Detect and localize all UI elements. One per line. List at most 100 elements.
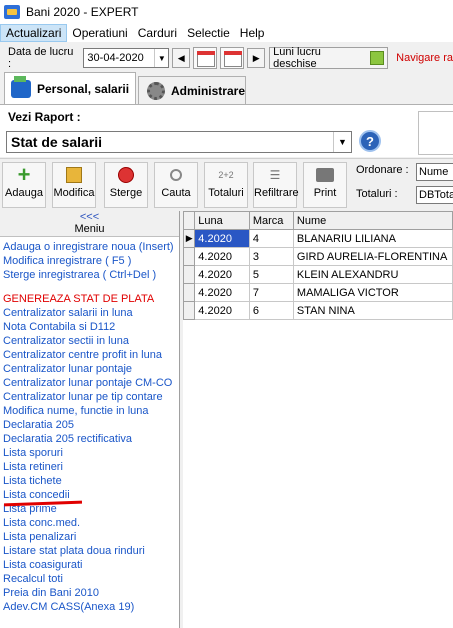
row-indicator bbox=[182, 301, 196, 320]
menu-link-modifica[interactable]: Modifica inregistrare ( F5 ) bbox=[0, 254, 179, 268]
menu-link[interactable]: Preia din Bani 2010 bbox=[0, 586, 179, 600]
menu-link[interactable]: Centralizator sectii in luna bbox=[0, 334, 179, 348]
menu-link[interactable]: Adev.CM CASS(Anexa 19) bbox=[0, 600, 179, 614]
sterge-button[interactable]: Sterge bbox=[104, 162, 148, 208]
menu-link[interactable]: Modifica nume, functie in luna bbox=[0, 404, 179, 418]
menu-link[interactable]: Recalcul toti bbox=[0, 572, 179, 586]
navigare-link[interactable]: Navigare ra bbox=[396, 52, 453, 64]
cauta-button[interactable]: Cauta bbox=[154, 162, 198, 208]
delete-icon bbox=[118, 167, 134, 183]
cell-luna[interactable]: 4.2020 bbox=[194, 229, 250, 248]
menu-link[interactable]: Centralizator lunar pontaje bbox=[0, 362, 179, 376]
menu-link-adauga[interactable]: Adauga o inregistrare noua (Insert) bbox=[0, 240, 179, 254]
gear-icon bbox=[147, 81, 165, 100]
date-select[interactable]: 30-04-2020 ▼ bbox=[83, 48, 170, 68]
calendar-edit-icon[interactable] bbox=[220, 47, 245, 69]
cell-nume[interactable]: BLANARIU LILIANA bbox=[292, 229, 453, 248]
refiltrare-button[interactable]: ☰ Refiltrare bbox=[253, 162, 299, 208]
plus-icon: + bbox=[17, 162, 31, 187]
tab-personal-salarii[interactable]: Personal, salarii bbox=[4, 72, 136, 104]
cell-nume[interactable]: STAN NINA bbox=[292, 301, 453, 320]
menu-link[interactable]: Lista retineri bbox=[0, 460, 179, 474]
luni-lucru-button[interactable]: Luni lucru deschise bbox=[269, 46, 389, 70]
search-icon bbox=[170, 169, 182, 181]
next-month-button[interactable]: ▶ bbox=[247, 48, 266, 68]
date-bar: Data de lucru : 30-04-2020 ▼ ◀ ▶ Luni lu… bbox=[0, 44, 453, 72]
cell-marca[interactable]: 7 bbox=[248, 283, 294, 302]
cell-marca[interactable]: 5 bbox=[248, 265, 294, 284]
menu-operatiuni[interactable]: Operatiuni bbox=[67, 24, 132, 42]
modifica-label: Modifica bbox=[53, 187, 95, 199]
tab-administrare[interactable]: Administrare bbox=[138, 76, 246, 104]
module-tabs: Personal, salarii Administrare bbox=[0, 72, 453, 104]
menu-link[interactable]: Nota Contabila si D112 bbox=[0, 320, 179, 334]
cell-luna[interactable]: 4.2020 bbox=[194, 265, 250, 284]
menu-link-sterge[interactable]: Sterge inregistrarea ( Ctrl+Del ) bbox=[0, 268, 179, 282]
row-indicator-header bbox=[182, 211, 196, 230]
sum-icon: 2+2 bbox=[218, 170, 234, 180]
cell-luna[interactable]: 4.2020 bbox=[194, 283, 250, 302]
menu-link-genereaza-stat[interactable]: GENEREAZA STAT DE PLATA bbox=[0, 292, 179, 306]
grid-header-row: Luna Marca Nume bbox=[182, 211, 453, 230]
menu-link[interactable]: Lista coasigurati bbox=[0, 558, 179, 572]
menu-selectie[interactable]: Selectie bbox=[182, 24, 235, 42]
calendar-icon[interactable] bbox=[193, 47, 218, 69]
modifica-button[interactable]: Modifica bbox=[52, 162, 96, 208]
menu-help[interactable]: Help bbox=[235, 24, 270, 42]
menu-link[interactable]: Listare stat plata doua rinduri bbox=[0, 544, 179, 558]
menu-link[interactable]: Centralizator centre profit in luna bbox=[0, 348, 179, 362]
menu-link[interactable]: Lista conc.med. bbox=[0, 516, 179, 530]
chevron-down-icon[interactable]: ▼ bbox=[333, 132, 351, 152]
help-button[interactable]: ? bbox=[359, 130, 381, 152]
table-row[interactable]: ▶ 4.2020 4 BLANARIU LILIANA bbox=[182, 229, 453, 248]
menu-link[interactable]: Lista sporuri bbox=[0, 446, 179, 460]
totaluri-label: Totaluri bbox=[208, 187, 244, 199]
cell-luna[interactable]: 4.2020 bbox=[194, 301, 250, 320]
cell-marca[interactable]: 6 bbox=[248, 301, 294, 320]
right-panel bbox=[418, 111, 453, 155]
side-menu-header: <<< Meniu bbox=[0, 211, 179, 237]
report-select[interactable]: Stat de salarii ▼ bbox=[6, 131, 352, 153]
table-row[interactable]: 4.2020 3 GIRD AURELIA-FLORENTINA bbox=[182, 247, 453, 266]
menu-link-lista-concedii[interactable]: Lista concedii bbox=[0, 488, 179, 502]
menu-link[interactable]: Centralizator lunar pontaje CM-CO bbox=[0, 376, 179, 390]
document-icon bbox=[370, 51, 385, 65]
collapse-menu-button[interactable]: <<< bbox=[0, 211, 179, 223]
totaluri-field-label: Totaluri : bbox=[356, 188, 398, 200]
menu-actualizari[interactable]: Actualizari bbox=[0, 24, 68, 42]
menu-link[interactable]: Lista penalizari bbox=[0, 530, 179, 544]
table-row[interactable]: 4.2020 7 MAMALIGA VICTOR bbox=[182, 283, 453, 302]
report-label: Vezi Raport : bbox=[8, 110, 81, 124]
table-row[interactable]: 4.2020 6 STAN NINA bbox=[182, 301, 453, 320]
chevron-down-icon[interactable]: ▼ bbox=[154, 49, 168, 67]
totaluri-select[interactable]: DBTota bbox=[416, 186, 453, 204]
print-button[interactable]: Print bbox=[303, 162, 347, 208]
menu-link[interactable]: Declaratia 205 rectificativa bbox=[0, 432, 179, 446]
menu-carduri[interactable]: Carduri bbox=[133, 24, 182, 42]
menu-link[interactable]: Centralizator salarii in luna bbox=[0, 306, 179, 320]
cell-marca[interactable]: 4 bbox=[248, 229, 294, 248]
ordonare-label: Ordonare : bbox=[356, 164, 409, 176]
column-header-marca[interactable]: Marca bbox=[248, 211, 294, 230]
ordonare-select[interactable]: Nume bbox=[416, 163, 453, 181]
menu-link[interactable]: Centralizator lunar pe tip contare bbox=[0, 390, 179, 404]
menu-link[interactable]: Lista tichete bbox=[0, 474, 179, 488]
cell-nume[interactable]: KLEIN ALEXANDRU bbox=[292, 265, 453, 284]
data-grid: Luna Marca Nume ▶ 4.2020 4 BLANARIU LILI… bbox=[182, 211, 453, 628]
side-menu-list: Adauga o inregistrare noua (Insert) Modi… bbox=[0, 240, 179, 614]
menu-bar: Actualizari Operatiuni Carduri Selectie … bbox=[0, 24, 453, 42]
filter-icon: ☰ bbox=[269, 168, 281, 182]
tab-label: Administrare bbox=[170, 83, 245, 98]
cell-marca[interactable]: 3 bbox=[248, 247, 294, 266]
cell-nume[interactable]: GIRD AURELIA-FLORENTINA bbox=[292, 247, 453, 266]
table-row[interactable]: 4.2020 5 KLEIN ALEXANDRU bbox=[182, 265, 453, 284]
totaluri-button[interactable]: 2+2 Totaluri bbox=[204, 162, 248, 208]
column-header-luna[interactable]: Luna bbox=[194, 211, 250, 230]
cell-luna[interactable]: 4.2020 bbox=[194, 247, 250, 266]
column-header-nume[interactable]: Nume bbox=[292, 211, 453, 230]
print-label: Print bbox=[313, 187, 337, 199]
cell-nume[interactable]: MAMALIGA VICTOR bbox=[292, 283, 453, 302]
adauga-button[interactable]: + Adauga bbox=[2, 162, 46, 208]
prev-month-button[interactable]: ◀ bbox=[172, 48, 191, 68]
menu-link[interactable]: Declaratia 205 bbox=[0, 418, 179, 432]
